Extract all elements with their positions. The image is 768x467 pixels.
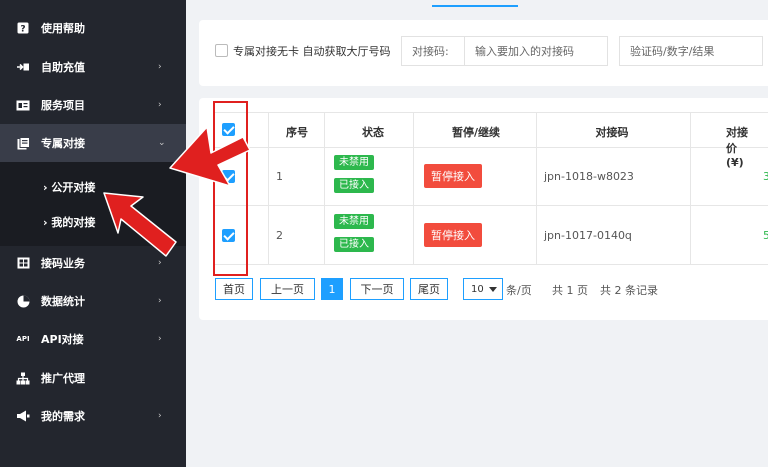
page-size-value: 10: [471, 283, 484, 295]
sidebar-item-stats[interactable]: 数据统计 ›: [0, 282, 186, 320]
sidebar-item-label: 使用帮助: [41, 22, 85, 35]
active-tab-indicator: [432, 5, 518, 7]
docking-code-cell: jpn-1017-0140q: [544, 229, 632, 242]
price-cell: 5: [763, 229, 768, 242]
chevron-down-icon: ⌄: [158, 138, 166, 148]
last-page-button[interactable]: 尾页: [410, 278, 448, 300]
current-page[interactable]: 1: [321, 278, 343, 300]
header-status: 状态: [362, 126, 384, 139]
table-col-divider: [413, 112, 414, 264]
row-index: 1: [276, 170, 283, 183]
annotation-highlight-box: [213, 101, 248, 276]
header-price: 对接价(¥): [726, 126, 748, 169]
captcha-input[interactable]: [619, 36, 763, 66]
sidebar-item-label: 数据统计: [41, 295, 85, 308]
pause-button[interactable]: 暂停接入: [424, 223, 482, 247]
header-docking-code: 对接码: [595, 126, 629, 139]
table-col-divider: [324, 112, 325, 264]
first-page-button[interactable]: 首页: [215, 278, 253, 300]
sidebar-item-label: API对接: [41, 333, 84, 346]
table-col-divider: [536, 112, 537, 264]
status-badge: 已接入: [334, 178, 374, 193]
header-index: 序号: [286, 126, 308, 139]
docking-code-input[interactable]: [464, 36, 608, 66]
sidebar-subitem-my-docking[interactable]: › 我的对接: [43, 214, 95, 230]
svg-text:?: ?: [20, 25, 25, 35]
table-col-divider: [690, 112, 691, 264]
chevron-right-icon: ›: [158, 62, 162, 72]
submenu-dedicated: › 公开对接 › 我的对接: [0, 162, 186, 246]
sidebar-subitem-public-docking[interactable]: › 公开对接: [43, 179, 95, 195]
sidebar: ? 使用帮助 自助充值 › 服务项目 › 专属对接 ⌄ › 公开对接 › 我的对…: [0, 0, 186, 467]
docking-code-cell: jpn-1018-w8023: [544, 170, 634, 183]
chevron-right-icon: ›: [158, 100, 162, 110]
code-prefix-label: 对接码:: [401, 36, 465, 66]
service-icon: [16, 98, 30, 112]
sidebar-item-label: 服务项目: [41, 99, 85, 112]
chevron-right-icon: ›: [158, 296, 162, 306]
sidebar-item-help[interactable]: ? 使用帮助: [0, 9, 186, 47]
prev-page-button[interactable]: 上一页: [260, 278, 315, 300]
sidebar-item-sms-code[interactable]: 接码业务 ›: [0, 244, 186, 282]
sidebar-item-label: 自助充值: [41, 61, 85, 74]
api-icon: API: [16, 335, 30, 343]
sidebar-item-service[interactable]: 服务项目 ›: [0, 86, 186, 124]
stats-icon: [16, 294, 30, 308]
status-badge: 已接入: [334, 237, 374, 252]
sidebar-item-dedicated[interactable]: 专属对接 ⌄: [0, 124, 186, 162]
table-row-divider: [214, 205, 768, 206]
recharge-icon: [16, 60, 30, 74]
chevron-right-icon: ›: [158, 258, 162, 268]
sidebar-item-demand[interactable]: 我的需求 ›: [0, 397, 186, 435]
table-border-bottom: [214, 264, 768, 265]
chevron-right-icon: ›: [158, 411, 162, 421]
total-records: 共 2 条记录: [600, 284, 658, 297]
sms-code-icon: [16, 256, 30, 270]
pause-button[interactable]: 暂停接入: [424, 164, 482, 188]
sidebar-item-label: 接码业务: [41, 257, 85, 270]
help-icon: ?: [16, 21, 30, 35]
dedicated-icon: [16, 136, 30, 150]
sidebar-item-label: 专属对接: [41, 137, 85, 150]
sidebar-item-label: 我的需求: [41, 410, 85, 423]
auto-fetch-checkbox[interactable]: [215, 44, 228, 57]
per-page-label: 条/页: [506, 284, 532, 297]
page-size-select[interactable]: 10: [463, 278, 503, 300]
sidebar-item-promotion[interactable]: 推广代理: [0, 359, 186, 397]
sidebar-item-api[interactable]: API API对接 ›: [0, 320, 186, 358]
row-index: 2: [276, 229, 283, 242]
total-pages: 共 1 页: [552, 284, 588, 297]
table-border-top: [214, 112, 768, 113]
header-pause-resume: 暂停/继续: [451, 126, 501, 139]
table-col-divider: [268, 112, 269, 264]
table-header-divider: [214, 147, 768, 148]
next-page-button[interactable]: 下一页: [350, 278, 404, 300]
sidebar-item-label: 推广代理: [41, 372, 85, 385]
status-badge: 未禁用: [334, 155, 374, 170]
promotion-icon: [16, 371, 30, 385]
sidebar-item-recharge[interactable]: 自助充值 ›: [0, 48, 186, 86]
caret-down-icon: [489, 287, 497, 292]
status-badge: 未禁用: [334, 214, 374, 229]
auto-fetch-label: 专属对接无卡 自动获取大厅号码: [233, 45, 391, 58]
demand-icon: [16, 409, 30, 423]
chevron-right-icon: ›: [158, 334, 162, 344]
price-cell: 3: [763, 170, 768, 183]
